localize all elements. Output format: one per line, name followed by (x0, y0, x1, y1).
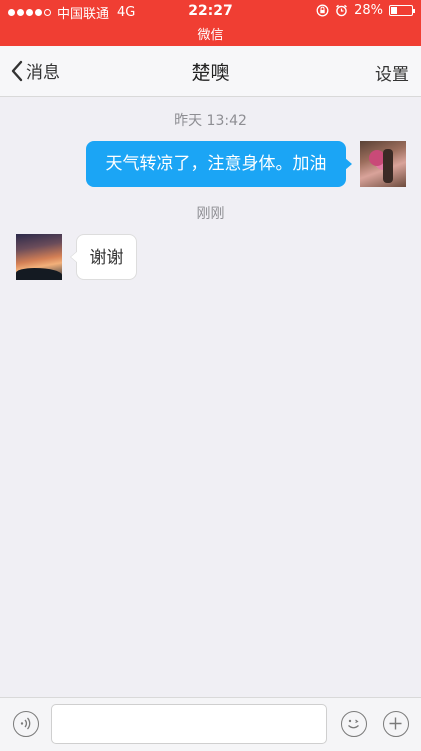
battery-fill (391, 7, 397, 14)
nav-bar: 消息 楚噢 设置 (0, 46, 421, 97)
battery-icon (389, 5, 415, 16)
status-app-name: 微信 (197, 28, 224, 43)
incoming-message-bubble[interactable]: 谢谢 (70, 234, 137, 280)
emoji-button[interactable] (341, 711, 367, 737)
contact-avatar[interactable] (16, 234, 62, 280)
emoji-icon (348, 719, 359, 729)
input-bar (0, 697, 421, 751)
outgoing-message-bubble[interactable]: 天气转凉了，注意身体。加油 (86, 141, 352, 187)
page-title: 楚噢 (191, 62, 230, 84)
avatar-landscape-decoration (16, 268, 62, 280)
my-avatar[interactable] (360, 141, 406, 187)
status-right: 28% (316, 3, 415, 18)
chat-timestamp: 昨天 13:42 (174, 113, 247, 129)
status-bar: 中国联通 4G 22:27 微信 28% (0, 0, 421, 46)
add-button[interactable] (383, 711, 409, 737)
rotation-lock-icon (316, 4, 329, 17)
voice-button[interactable] (13, 711, 39, 737)
alarm-icon (336, 4, 348, 17)
chat-timestamp: 刚刚 (196, 206, 225, 222)
settings-button[interactable]: 设置 (375, 60, 409, 85)
battery-percent: 28% (354, 3, 383, 18)
add-icon (389, 717, 402, 730)
voice-icon (20, 717, 31, 730)
avatar-figure-decoration (383, 149, 393, 183)
message-input[interactable] (51, 704, 327, 744)
